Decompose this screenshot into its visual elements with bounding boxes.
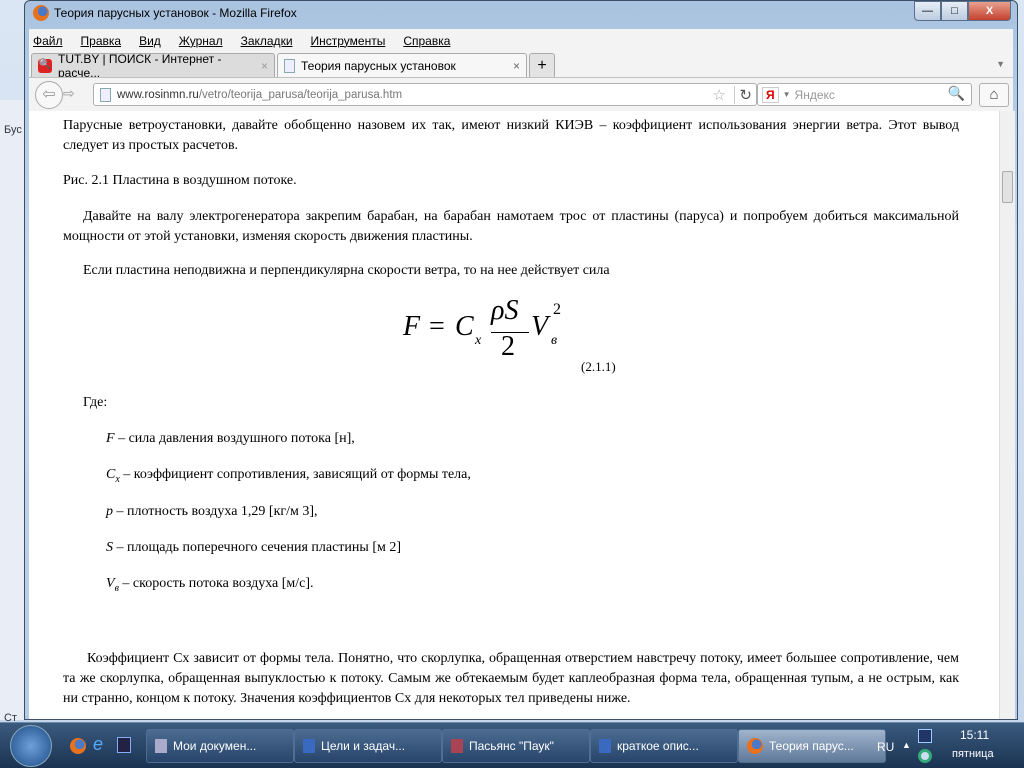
show-desktop-icon[interactable] (117, 737, 131, 753)
taskbar: e Мои докумен... Цели и задач... Пасьянс… (0, 722, 1024, 768)
start-button[interactable] (10, 725, 52, 767)
equation-number: (2.1.1) (581, 359, 616, 374)
new-tab-button[interactable]: + (529, 53, 555, 77)
tab-active[interactable]: Теория парусных установок × (277, 53, 527, 77)
definition-item: F – сила давления воздушного потока [н], (106, 431, 355, 446)
minimize-button[interactable]: — (914, 1, 941, 21)
definition-item: p – плотность воздуха 1,29 [кг/м 3], (106, 504, 318, 519)
menu-tools[interactable]: Инструменты (311, 34, 386, 48)
formula: F = C x ρS 2 V в 2 (403, 295, 561, 362)
tray-expand-icon[interactable]: ▲ (902, 740, 911, 750)
search-favicon-icon: 🔍 (38, 58, 52, 73)
tab-list-icon[interactable]: ▼ (996, 59, 1005, 69)
tab-strip: 🔍 TUT.BY | ПОИСК - Интернет - расче... ×… (29, 51, 1013, 80)
definition-item: Cx – коэффициент сопротивления, зависящи… (106, 467, 471, 485)
page-icon (100, 87, 111, 102)
search-input[interactable]: Яндекс (795, 88, 835, 102)
window-title: Теория парусных установок - Mozilla Fire… (54, 6, 297, 20)
forward-button[interactable]: ⇨ (63, 85, 85, 105)
back-button[interactable]: ⇦ (35, 81, 63, 109)
paragraph: Парусные ветроустановки, давайте обобщен… (63, 118, 959, 153)
word-icon (599, 739, 611, 753)
paragraph: Коэффициент Cх зависит от формы тела. По… (63, 651, 959, 706)
search-magnifier-icon[interactable]: 🔍 (948, 85, 965, 102)
tray-app-icon[interactable] (918, 749, 932, 763)
firefox-quicklaunch-icon[interactable] (70, 738, 86, 754)
menu-bar: Файл Правка Вид Журнал Закладки Инструме… (29, 29, 1013, 53)
where-label: Где: (83, 395, 108, 410)
word-icon (303, 739, 315, 753)
definition-item: S – площадь поперечного сечения пластины… (106, 540, 401, 555)
menu-history[interactable]: Журнал (179, 34, 223, 48)
network-icon[interactable] (918, 729, 932, 743)
search-bar[interactable]: Я ▼ Яндекс 🔍 (757, 83, 972, 106)
tab-label: Теория парусных установок (301, 58, 456, 73)
menu-view[interactable]: Вид (139, 34, 161, 48)
menu-help[interactable]: Справка (403, 34, 450, 48)
paragraph: Если пластина неподвижна и перпендикуляр… (83, 263, 610, 278)
taskbar-item[interactable]: Цели и задач... (294, 729, 442, 763)
firefox-window: Теория парусных установок - Mozilla Fire… (24, 0, 1018, 720)
home-button[interactable]: ⌂ (979, 83, 1009, 107)
taskbar-item-active[interactable]: Теория парус... (738, 729, 886, 763)
spider-solitaire-icon (451, 739, 463, 753)
scrollbar-thumb[interactable] (1002, 171, 1013, 203)
nav-bar: ⇦ ⇨ www.rosinmn.ru/vetro/teorija_parusa/… (29, 77, 1013, 111)
taskbar-item[interactable]: краткое опис... (590, 729, 738, 763)
tab-close-icon[interactable]: × (513, 59, 520, 73)
clock-day[interactable]: пятница (952, 748, 994, 760)
firefox-icon (747, 738, 763, 754)
folder-icon (155, 739, 167, 753)
page-content: Парусные ветроустановки, давайте обобщен… (29, 111, 999, 719)
background-text: Бус (4, 124, 22, 136)
paragraph: Давайте на валу электрогенератора закреп… (63, 209, 959, 244)
vertical-scrollbar[interactable] (999, 111, 1015, 719)
reload-icon[interactable]: ↻ (734, 86, 752, 104)
bookmark-star-icon[interactable]: ☆ (713, 86, 726, 104)
taskbar-item[interactable]: Мои докумен... (146, 729, 294, 763)
url-domain: www.rosinmn.ru (117, 88, 199, 101)
page-icon (284, 58, 295, 73)
menu-edit[interactable]: Правка (81, 34, 122, 48)
close-button[interactable]: X (968, 1, 1011, 21)
url-path: /vetro/teorija_parusa/teorija_parusa.htm (198, 88, 403, 101)
definition-item: Vв – скорость потока воздуха [м/с]. (106, 576, 314, 594)
menu-file[interactable]: Файл (33, 34, 63, 48)
figure-caption: Рис. 2.1 Пластина в воздушном потоке. (63, 173, 297, 188)
tab-tutby[interactable]: 🔍 TUT.BY | ПОИСК - Интернет - расче... × (31, 51, 275, 80)
yandex-icon[interactable]: Я (762, 86, 779, 103)
title-bar: Теория парусных установок - Mozilla Fire… (33, 5, 297, 21)
maximize-button[interactable]: □ (941, 1, 968, 21)
tab-close-icon[interactable]: × (261, 59, 268, 73)
clock-time[interactable]: 15:11 (960, 728, 989, 742)
url-bar[interactable]: www.rosinmn.ru/vetro/teorija_parusa/teor… (93, 83, 757, 106)
menu-bookmarks[interactable]: Закладки (241, 34, 293, 48)
firefox-icon (33, 5, 49, 21)
ie-quicklaunch-icon[interactable]: e (93, 734, 103, 755)
tab-label: TUT.BY | ПОИСК - Интернет - расче... (58, 51, 222, 80)
taskbar-item[interactable]: Пасьянс "Паук" (442, 729, 590, 763)
language-indicator[interactable]: RU (877, 740, 894, 754)
